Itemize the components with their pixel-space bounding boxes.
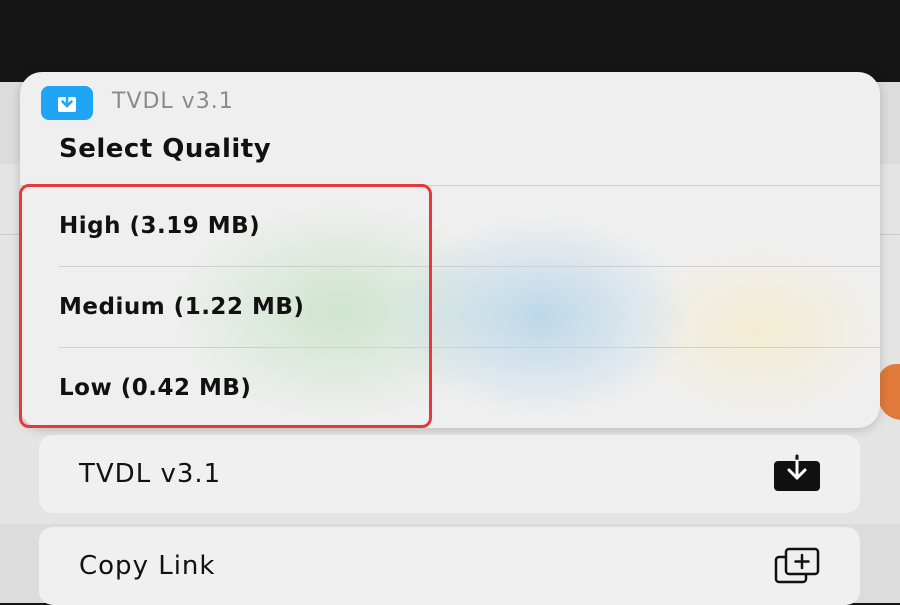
sheet-title: Select Quality <box>59 134 272 164</box>
highlight-annotation <box>19 184 432 428</box>
download-box-icon <box>41 86 93 120</box>
copy-link-button[interactable]: Copy Link <box>39 527 860 605</box>
sheet-header: TVDL v3.1 Select Quality <box>20 72 880 185</box>
action-label: Copy Link <box>79 551 216 581</box>
copy-plus-icon <box>774 547 820 584</box>
tvdl-action-button[interactable]: TVDL v3.1 <box>39 435 860 513</box>
app-name: TVDL v3.1 <box>112 89 234 114</box>
download-box-icon <box>774 454 820 491</box>
action-label: TVDL v3.1 <box>79 459 222 489</box>
